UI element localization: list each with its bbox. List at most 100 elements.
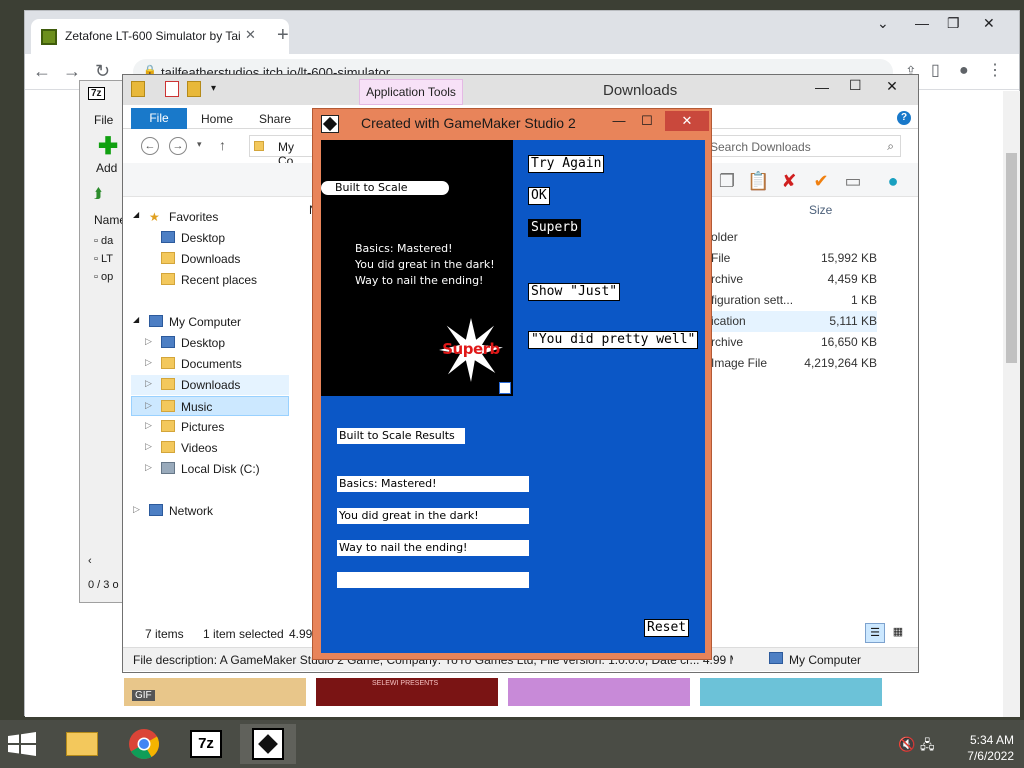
zip-menu-file[interactable]: File: [94, 113, 113, 127]
large-icons-view-icon[interactable]: ▦: [889, 623, 907, 643]
nav-music[interactable]: ▷ Music: [131, 396, 289, 416]
file-row[interactable]: rchive 4,459 KB: [697, 269, 877, 290]
taskbar-clock[interactable]: 5:34 AM 7/6/2022: [944, 732, 1014, 764]
gamemaker-titlebar[interactable]: Created with GameMaker Studio 2 — ☐ ✕: [313, 109, 711, 137]
close-icon[interactable]: ✕: [983, 15, 995, 32]
folder-icon[interactable]: [131, 81, 145, 97]
file-row[interactable]: older: [697, 227, 877, 248]
profile-icon[interactable]: ●: [959, 62, 969, 80]
file-row[interactable]: rchive 16,650 KB: [697, 332, 877, 353]
globe-icon[interactable]: ●: [883, 171, 903, 191]
nav-pictures[interactable]: ▷ Pictures: [131, 417, 289, 437]
result-line-field[interactable]: Basics: Mastered!: [337, 476, 529, 492]
taskbar-gamemaker[interactable]: [240, 724, 296, 764]
tab-file[interactable]: File: [131, 108, 187, 129]
chevron-down-icon[interactable]: ⌄: [877, 15, 889, 32]
maximize-icon[interactable]: ☐: [633, 111, 661, 131]
tab-share[interactable]: Share: [259, 112, 291, 126]
add-icon[interactable]: ✚: [98, 135, 118, 159]
try-again-button[interactable]: Try Again: [527, 155, 605, 173]
minimize-icon[interactable]: —: [815, 79, 829, 95]
file-row[interactable]: Image File 4,219,264 KB: [697, 353, 877, 374]
back-icon[interactable]: ←: [141, 137, 159, 155]
game-thumbnail-1[interactable]: GIF: [124, 678, 306, 706]
nav-fav-desktop[interactable]: Desktop: [131, 228, 289, 248]
paste-icon[interactable]: 📋: [747, 171, 769, 191]
new-folder-icon[interactable]: [187, 81, 201, 97]
file-row[interactable]: figuration sett... 1 KB: [697, 290, 877, 311]
details-view-icon[interactable]: ☰: [865, 623, 885, 643]
forward-icon[interactable]: →: [63, 62, 81, 80]
zip-row[interactable]: ▫ LT: [94, 253, 113, 265]
close-icon[interactable]: ✕: [871, 75, 913, 97]
nav-videos[interactable]: ▷ Videos: [131, 438, 289, 458]
recent-locations-icon[interactable]: ▾: [197, 139, 202, 150]
show-just-button[interactable]: Show "Just": [527, 283, 621, 301]
back-icon[interactable]: ←: [33, 62, 51, 80]
minimize-icon[interactable]: —: [605, 111, 633, 131]
test-icon[interactable]: ✔: [811, 171, 831, 191]
new-tab-button[interactable]: +: [277, 25, 289, 45]
zip-row[interactable]: ▫ op: [94, 271, 113, 283]
result-line-field[interactable]: [337, 572, 529, 588]
forward-icon[interactable]: →: [169, 137, 187, 155]
tab-home[interactable]: Home: [201, 112, 233, 126]
game-canvas[interactable]: Built to Scale Results Basics: Mastered!…: [321, 140, 705, 653]
game-thumbnail-3[interactable]: [508, 678, 690, 706]
up-icon[interactable]: ↑: [219, 137, 226, 153]
explorer-titlebar[interactable]: ▾ Application Tools Downloads — ☐ ✕: [123, 75, 918, 105]
info-icon[interactable]: ▭: [843, 171, 863, 191]
game-thumbnail-2[interactable]: SELEWI PRESENTS: [316, 678, 498, 706]
page-scrollbar[interactable]: [1003, 91, 1020, 717]
results-title-field[interactable]: Built to Scale Results: [337, 428, 465, 444]
nav-desktop[interactable]: ▷ Desktop: [131, 333, 289, 353]
browser-tab[interactable]: Zetafone LT-600 Simulator by Tai ✕: [31, 19, 289, 54]
customize-toolbar-icon[interactable]: ▾: [211, 83, 216, 94]
application-tools-tab[interactable]: Application Tools: [359, 79, 463, 105]
taskbar-chrome[interactable]: [116, 724, 172, 764]
nav-downloads[interactable]: ▷ Downloads: [131, 375, 289, 395]
network-status-icon[interactable]: 🖧: [920, 736, 935, 758]
reload-icon[interactable]: ↻: [95, 62, 110, 80]
up-folder-icon[interactable]: ⮭: [94, 185, 102, 202]
ok-button[interactable]: OK: [528, 187, 550, 205]
taskbar-7zip[interactable]: 7z: [178, 724, 234, 764]
volume-muted-icon[interactable]: 🔇: [898, 736, 915, 753]
superb-button[interactable]: Superb: [528, 219, 581, 237]
nav-my-computer[interactable]: ◢ My Computer: [131, 312, 289, 332]
menu-icon[interactable]: ⋮: [987, 62, 1003, 80]
start-button[interactable]: [8, 732, 40, 756]
help-icon[interactable]: ?: [897, 111, 911, 125]
scrollbar-thumb[interactable]: [1006, 153, 1017, 363]
copy-icon[interactable]: ❐: [717, 171, 737, 191]
properties-icon[interactable]: [165, 81, 179, 97]
zip-scroll-left-icon[interactable]: ‹: [88, 555, 92, 567]
file-row[interactable]: File 15,992 KB: [697, 248, 877, 269]
reset-button[interactable]: Reset: [643, 619, 690, 637]
file-row-selected[interactable]: ication 5,111 KB: [697, 311, 877, 332]
sidebar-icon[interactable]: ▯: [931, 62, 940, 80]
minimize-icon[interactable]: —: [915, 15, 929, 31]
nav-favorites[interactable]: ◢ ★ Favorites: [131, 207, 289, 227]
game-thumbnail-4[interactable]: [700, 678, 882, 706]
pretty-well-button[interactable]: "You did pretty well": [527, 331, 699, 349]
address-box[interactable]: My Co: [249, 135, 313, 168]
maximize-icon[interactable]: ❐: [947, 15, 960, 32]
nav-fav-downloads[interactable]: Downloads: [131, 249, 289, 269]
taskbar-explorer[interactable]: [54, 724, 110, 764]
result-line-field[interactable]: You did great in the dark!: [337, 508, 529, 524]
search-input[interactable]: Search Downloads ⌕: [705, 135, 901, 157]
delete-icon[interactable]: ✘: [779, 171, 799, 191]
close-button[interactable]: ✕: [665, 111, 709, 131]
maximize-icon[interactable]: ☐: [849, 77, 862, 94]
resize-handle[interactable]: [499, 382, 511, 394]
nav-local-disk[interactable]: ▷ Local Disk (C:): [131, 459, 289, 479]
tab-close-icon[interactable]: ✕: [245, 27, 256, 43]
zip-row[interactable]: ▫ da: [94, 235, 113, 247]
nav-network[interactable]: ▷ Network: [131, 501, 289, 521]
nav-documents[interactable]: ▷ Documents: [131, 354, 289, 374]
add-label[interactable]: Add: [96, 161, 117, 175]
column-size[interactable]: Size: [809, 203, 832, 217]
result-line-field[interactable]: Way to nail the ending!: [337, 540, 529, 556]
nav-fav-recent[interactable]: Recent places: [131, 270, 289, 290]
